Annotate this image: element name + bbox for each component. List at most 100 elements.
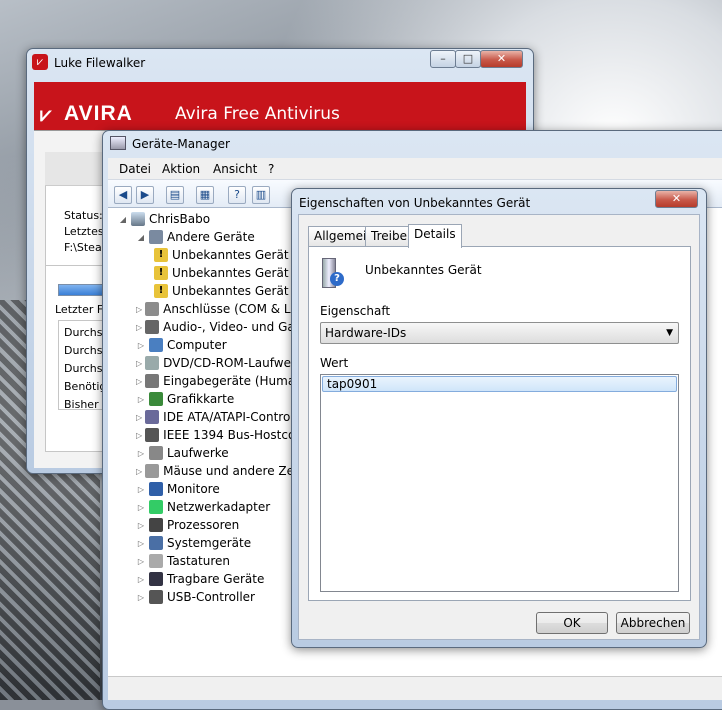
tree-item[interactable]: ! Unbekanntes Gerät xyxy=(108,246,298,264)
property-select-value: Hardware-IDs xyxy=(325,326,407,340)
tree-item[interactable]: ▷ Mäuse und andere Zeigegeräte xyxy=(108,462,352,480)
tree-item[interactable]: ▷ Systemgeräte xyxy=(108,534,298,552)
tree-item[interactable]: ▷ Computer xyxy=(108,336,298,354)
device-tree: ◢ ChrisBabo ◢ Andere Geräte! Unbekanntes G… xyxy=(108,210,416,680)
menu-view[interactable]: Ansicht xyxy=(213,162,257,176)
show-hide-tree-icon[interactable]: ▤ xyxy=(166,186,184,204)
value-label: Wert xyxy=(320,356,349,370)
tree-item-label: USB-Controller xyxy=(167,590,255,604)
tree-root-label: ChrisBabo xyxy=(149,212,211,226)
tree-item[interactable]: ▷ Netzwerkadapter xyxy=(108,498,298,516)
disk-icon xyxy=(149,446,163,460)
speaker-icon xyxy=(145,320,160,334)
tree-item[interactable]: ▷ Audio-, Video- und Gamecontroller xyxy=(108,318,371,336)
dialog-close-button[interactable]: ✕ xyxy=(655,190,698,208)
avira-product-name: Avira Free Antivirus xyxy=(175,104,340,124)
tree-item[interactable]: ▷ IDE ATA/ATAPI-Controller xyxy=(108,408,309,426)
tree-item-label: Prozessoren xyxy=(167,518,240,532)
tab-details[interactable]: Details xyxy=(408,224,462,248)
device-name: Unbekanntes Gerät xyxy=(365,263,482,277)
status-bar xyxy=(108,676,722,700)
tree-item[interactable]: ▷ Eingabegeräte (Human Interface Devices) xyxy=(108,372,416,390)
expand-icon[interactable]: ▷ xyxy=(136,413,142,422)
keyboard-icon xyxy=(149,554,163,568)
warning-device-icon: ! xyxy=(154,266,168,280)
details-view-icon[interactable]: ▥ xyxy=(252,186,270,204)
tree-item[interactable]: ▷ Monitore xyxy=(108,480,298,498)
property-label: Eigenschaft xyxy=(320,304,391,318)
tree-item-label: Andere Geräte xyxy=(167,230,255,244)
tree-item[interactable]: ▷ Tragbare Geräte xyxy=(108,570,298,588)
tree-item-label: Unbekanntes Gerät xyxy=(172,284,289,298)
close-button[interactable]: ✕ xyxy=(480,50,523,68)
menu-action[interactable]: Aktion xyxy=(162,162,200,176)
expand-icon[interactable]: ▷ xyxy=(136,395,146,404)
tree-item-label: Anschlüsse (COM & LPT) xyxy=(163,302,310,316)
tree-item[interactable]: ▷ Prozessoren xyxy=(108,516,298,534)
expand-icon[interactable]: ▷ xyxy=(136,593,146,602)
expand-icon[interactable]: ▷ xyxy=(136,377,142,386)
ok-button[interactable]: OK xyxy=(536,612,608,634)
hid-icon xyxy=(145,374,160,388)
value-listbox[interactable] xyxy=(320,374,679,592)
help-icon[interactable]: ? xyxy=(228,186,246,204)
avira-umbrella-icon: ⩗ xyxy=(40,102,52,126)
mouse-icon xyxy=(145,464,160,478)
expand-icon[interactable]: ▷ xyxy=(136,521,146,530)
expand-icon[interactable]: ▷ xyxy=(136,539,146,548)
expand-icon[interactable]: ▷ xyxy=(136,485,146,494)
expand-icon[interactable]: ▷ xyxy=(136,341,146,350)
tree-item[interactable]: ▷ Laufwerke xyxy=(108,444,298,462)
value-list-item[interactable]: tap0901 xyxy=(322,376,677,392)
cpu-icon xyxy=(149,518,163,532)
expand-icon[interactable]: ▷ xyxy=(136,557,146,566)
expand-icon[interactable]: ▷ xyxy=(136,449,146,458)
tree-item[interactable]: ! Unbekanntes Gerät xyxy=(108,264,298,282)
tree-item[interactable]: ▷ USB-Controller xyxy=(108,588,298,606)
display-adapter-icon xyxy=(149,392,163,406)
tree-item-label: DVD/CD-ROM-Laufwerke xyxy=(163,356,310,370)
monitor-icon xyxy=(149,482,163,496)
tree-item[interactable]: ◢ Andere Geräte xyxy=(108,228,298,246)
expand-icon[interactable]: ▷ xyxy=(136,575,146,584)
dvd-icon xyxy=(145,356,160,370)
avira-panel-header xyxy=(45,152,107,186)
expand-icon[interactable]: ▷ xyxy=(136,305,142,314)
tree-item[interactable]: ! Unbekanntes Gerät xyxy=(108,282,298,300)
back-arrow-icon[interactable]: ◀ xyxy=(114,186,132,204)
tree-item-label: IDE ATA/ATAPI-Controller xyxy=(163,410,310,424)
expand-icon[interactable]: ▷ xyxy=(136,431,142,440)
tree-item[interactable]: ▷ Grafikkarte xyxy=(108,390,298,408)
avira-logo: AVIRA xyxy=(64,102,133,125)
property-select[interactable]: Hardware-IDs ▼ xyxy=(320,322,679,344)
expand-icon[interactable]: ▷ xyxy=(136,323,142,332)
computer-icon xyxy=(131,212,145,226)
avira-status-line: Letztes xyxy=(64,225,104,238)
collapse-icon[interactable]: ◢ xyxy=(136,233,146,242)
tree-item[interactable]: ▷ Anschlüsse (COM & LPT) xyxy=(108,300,310,318)
expand-icon[interactable]: ▷ xyxy=(136,359,142,368)
tree-item[interactable]: ▷ Tastaturen xyxy=(108,552,298,570)
expand-icon[interactable]: ▷ xyxy=(136,467,142,476)
forward-arrow-icon[interactable]: ▶ xyxy=(136,186,154,204)
system-icon xyxy=(149,536,163,550)
tree-item-label: Laufwerke xyxy=(167,446,229,460)
properties-sheet-icon[interactable]: ▦ xyxy=(196,186,214,204)
collapse-icon[interactable]: ◢ xyxy=(118,215,128,224)
device-manager-title: Geräte-Manager xyxy=(132,137,230,151)
minimize-button[interactable]: – xyxy=(430,50,456,68)
network-icon xyxy=(149,500,163,514)
maximize-button[interactable]: □ xyxy=(455,50,481,68)
menu-file[interactable]: Datei xyxy=(119,162,151,176)
menu-help[interactable]: ? xyxy=(268,162,274,176)
tree-item[interactable]: ▷ DVD/CD-ROM-Laufwerke xyxy=(108,354,310,372)
expand-icon[interactable]: ▷ xyxy=(136,503,146,512)
avira-status-line: F:\Stea xyxy=(64,241,102,254)
tree-root[interactable]: ◢ ChrisBabo xyxy=(108,210,298,228)
usb-icon xyxy=(149,590,163,604)
tree-item-label: Unbekanntes Gerät xyxy=(172,248,289,262)
cancel-button[interactable]: Abbrechen xyxy=(616,612,690,634)
tree-item-label: Systemgeräte xyxy=(167,536,252,550)
tree-item[interactable]: ▷ IEEE 1394 Bus-Hostcontroller xyxy=(108,426,339,444)
computer-icon xyxy=(149,338,163,352)
